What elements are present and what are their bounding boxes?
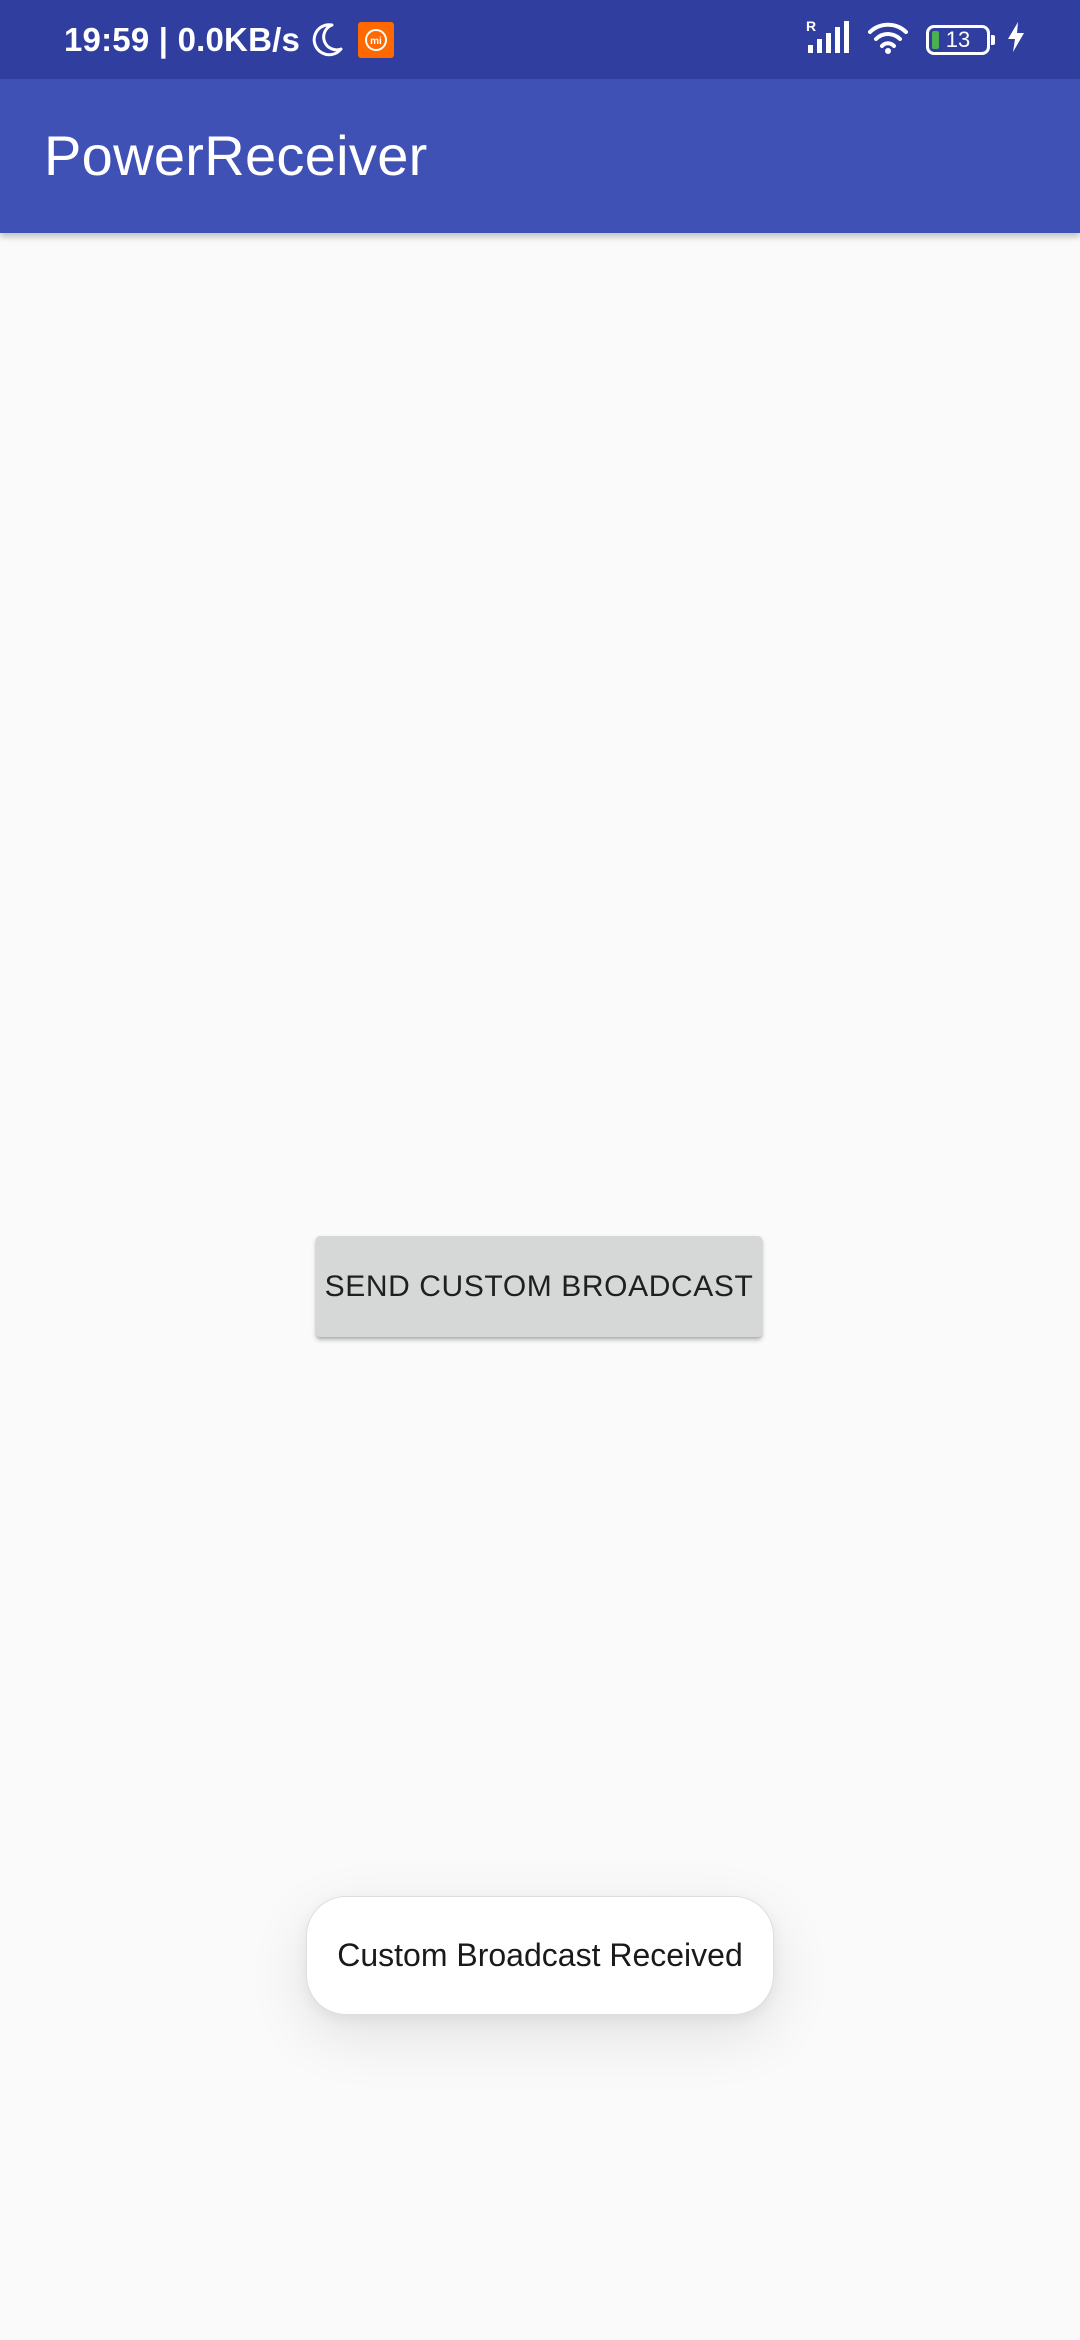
status-bar: 19:59 | 0.0KB/s mi R 13 — [0, 0, 1080, 79]
status-left-group: 19:59 | 0.0KB/s mi — [64, 0, 395, 79]
battery-fill — [932, 30, 939, 49]
app-title: PowerReceiver — [44, 124, 428, 187]
moon-icon — [310, 22, 344, 58]
app-bar: PowerReceiver — [0, 79, 1080, 233]
roaming-letter: R — [806, 19, 816, 34]
send-custom-broadcast-button[interactable]: SEND CUSTOM BROADCAST — [316, 1236, 762, 1337]
status-right-group: R 13 — [806, 0, 1026, 79]
mi-logo-text: mi — [370, 36, 382, 47]
mi-app-icon: mi — [358, 21, 395, 58]
wifi-icon — [866, 19, 910, 60]
battery-level: 13 — [945, 26, 971, 52]
status-time-and-network-speed: 19:59 | 0.0KB/s — [64, 20, 301, 58]
toast-message: Custom Broadcast Received — [306, 1896, 774, 2015]
cellular-signal-icon: R — [806, 18, 850, 60]
battery-icon: 13 — [926, 24, 995, 55]
charging-bolt-icon — [1006, 21, 1026, 58]
